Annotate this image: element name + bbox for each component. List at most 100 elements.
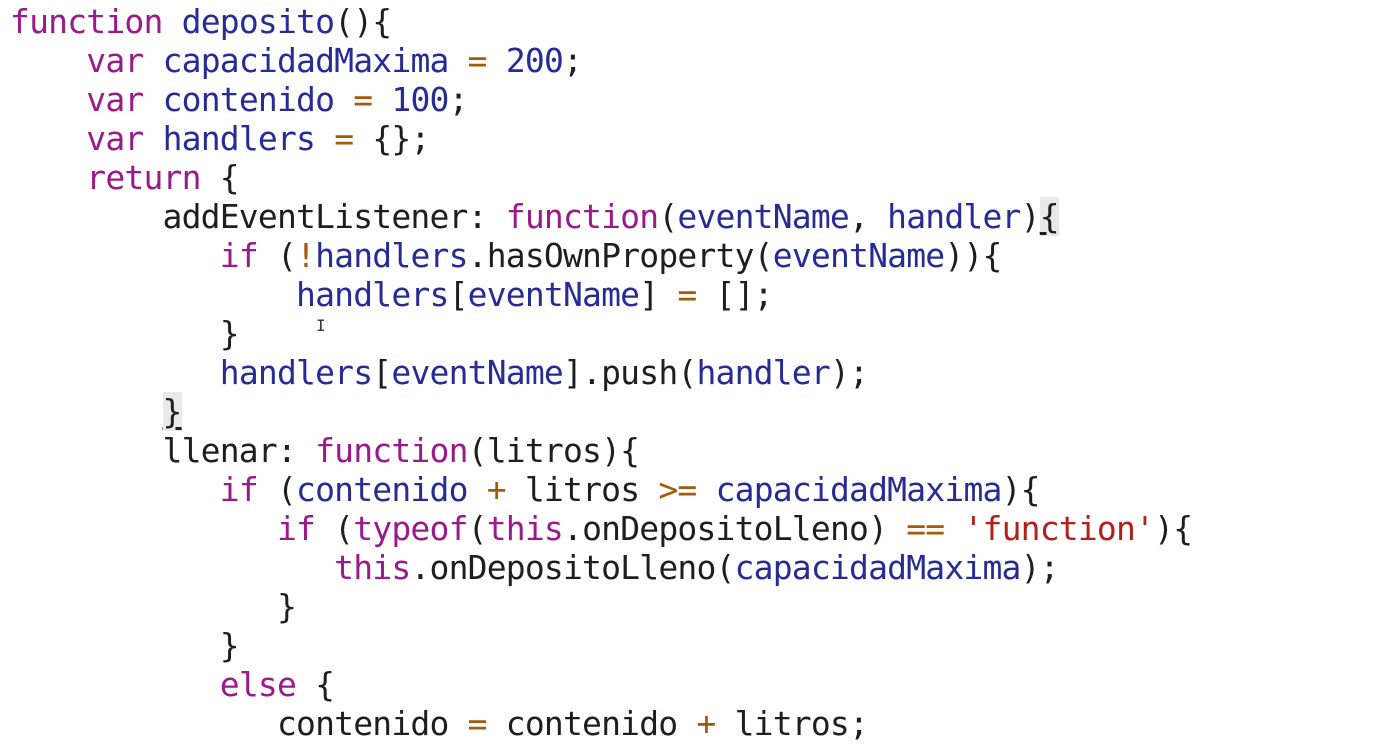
- keyword-token: else: [219, 665, 297, 704]
- plain-token: {};: [353, 119, 430, 158]
- keyword-token: var: [86, 41, 144, 80]
- identifier-token: handlers: [162, 119, 316, 158]
- operator-token: >=: [658, 470, 697, 509]
- plain-token: (litros){: [467, 431, 640, 470]
- code-line[interactable]: llenar: function(litros){: [10, 431, 1192, 470]
- plain-token: (: [257, 470, 297, 509]
- code-line[interactable]: }: [10, 314, 1192, 353]
- code-line[interactable]: }: [10, 626, 1192, 665]
- plain-token: .hasOwnProperty(: [467, 236, 774, 275]
- code-editor[interactable]: function deposito(){ var capacidadMaxima…: [0, 0, 1382, 745]
- keyword-token: if: [276, 509, 316, 548]
- plain-token: .onDepositoLleno): [563, 509, 907, 548]
- identifier-token: capacidadMaxima: [734, 548, 1022, 587]
- text-cursor-icon: I: [316, 316, 326, 335]
- code-line[interactable]: handlers[eventName].push(handler);: [10, 353, 1192, 392]
- code-line[interactable]: function deposito(){: [10, 2, 1192, 41]
- plain-token: ): [1020, 197, 1041, 236]
- plain-token: [: [448, 275, 469, 314]
- code-line[interactable]: if (typeof(this.onDepositoLleno) == 'fun…: [10, 509, 1193, 548]
- plain-token: (){: [334, 2, 392, 41]
- operator-token: =: [467, 41, 488, 80]
- keyword-token: typeof: [353, 509, 468, 548]
- plain-token: (: [257, 236, 297, 275]
- identifier-token: contenido: [296, 470, 468, 509]
- operator-token: =: [467, 704, 488, 743]
- plain-token: ,: [849, 197, 888, 236]
- plain-token: [];: [696, 275, 774, 314]
- plain-token: );: [829, 353, 869, 392]
- plain-token: (: [315, 509, 354, 548]
- code-line[interactable]: var handlers = {};: [10, 119, 1192, 158]
- number-token: 200: [505, 41, 564, 80]
- plain-token: (: [467, 509, 488, 548]
- keyword-token: this: [486, 509, 564, 548]
- code-line[interactable]: var capacidadMaxima = 200;: [10, 41, 1192, 80]
- plain-token: }: [10, 626, 240, 665]
- identifier-token: eventName: [772, 236, 945, 275]
- plain-token: ;: [448, 80, 469, 119]
- plain-token: ){: [1001, 470, 1041, 509]
- plain-token: litros;: [715, 704, 869, 743]
- operator-token: =: [677, 275, 697, 314]
- keyword-token: var: [86, 119, 144, 158]
- plain-token: {: [296, 665, 335, 704]
- plain-token: ]: [639, 275, 678, 314]
- code-line[interactable]: handlers[eventName] = [];: [10, 275, 1192, 314]
- plain-token: );: [1020, 548, 1060, 587]
- code-line[interactable]: var contenido = 100;: [10, 80, 1192, 119]
- identifier-token: eventName: [467, 275, 640, 314]
- plain-token: [: [372, 353, 392, 392]
- identifier-token: eventName: [677, 197, 849, 236]
- identifier-token: handlers: [296, 275, 449, 314]
- matched-bracket: }: [162, 392, 182, 431]
- plain-token: .onDepositoLleno(: [410, 548, 735, 587]
- plain-token: }: [10, 587, 297, 626]
- string-token: 'function': [963, 509, 1155, 548]
- identifier-token: deposito: [181, 2, 335, 41]
- identifier-token: contenido: [162, 80, 335, 119]
- identifier-token: handler: [696, 353, 830, 392]
- plain-token: llenar:: [10, 431, 316, 470]
- keyword-token: return: [86, 158, 201, 197]
- code-line[interactable]: if (contenido + litros >= capacidadMaxim…: [10, 470, 1192, 509]
- code-line[interactable]: addEventListener: function(eventName, ha…: [10, 197, 1192, 236]
- code-line[interactable]: contenido = contenido + litros;: [10, 704, 1192, 743]
- plain-token: ;: [563, 41, 583, 80]
- identifier-token: handlers: [219, 353, 373, 392]
- code-line[interactable]: else {: [10, 665, 1192, 704]
- operator-token: =: [353, 80, 373, 119]
- operator-token: !: [296, 236, 316, 275]
- code-line[interactable]: return {: [10, 158, 1192, 197]
- code-line[interactable]: }: [10, 587, 1192, 626]
- code-line[interactable]: if (!handlers.hasOwnProperty(eventName))…: [10, 236, 1192, 275]
- plain-token: litros: [505, 470, 659, 509]
- identifier-token: capacidadMaxima: [715, 470, 1003, 509]
- code-line[interactable]: }: [10, 392, 1192, 431]
- matched-bracket: {: [1039, 197, 1060, 236]
- operator-token: =: [334, 119, 354, 158]
- operator-token: +: [696, 704, 716, 743]
- code-area[interactable]: function deposito(){ var capacidadMaxima…: [10, 2, 1193, 743]
- plain-token: )): [944, 236, 983, 275]
- operator-token: +: [486, 470, 507, 509]
- plain-token: addEventListener:: [10, 197, 506, 236]
- keyword-token: var: [86, 80, 144, 119]
- code-line[interactable]: this.onDepositoLleno(capacidadMaxima);: [10, 548, 1192, 587]
